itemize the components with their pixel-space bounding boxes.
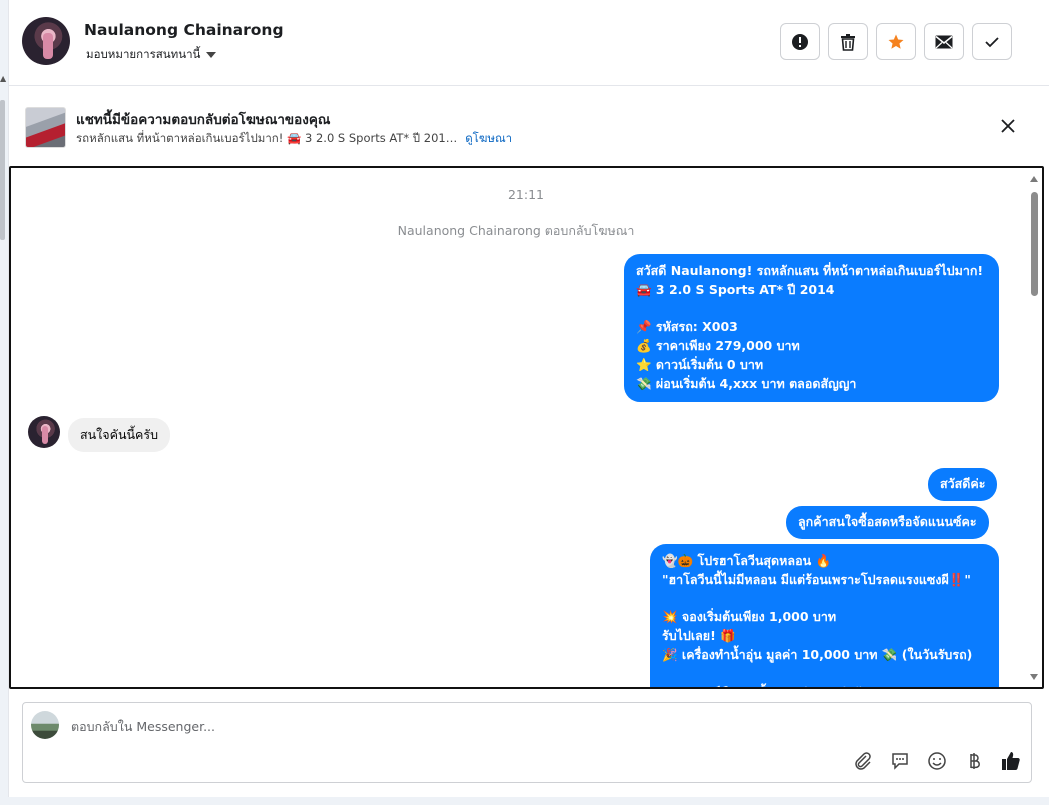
left-edge-strip: ▲: [0, 0, 8, 805]
delete-button[interactable]: [828, 23, 868, 60]
paperclip-icon[interactable]: [851, 749, 875, 773]
header-actions: [780, 23, 1012, 60]
conversation-header: Naulanong Chainarong มอบหมายการสนทนานี้: [9, 0, 1049, 86]
system-message: Naulanong Chainarong ตอบกลับโฆษณา: [397, 223, 635, 238]
emoji-icon[interactable]: [925, 749, 949, 773]
assign-conversation-dropdown[interactable]: มอบหมายการสนทนานี้: [86, 46, 217, 64]
left-scroll-indicator: [0, 100, 5, 240]
contact-avatar[interactable]: [22, 17, 70, 65]
exclamation-circle-icon: [792, 33, 808, 50]
message-composer[interactable]: ตอบกลับใน Messenger...: [22, 702, 1032, 783]
check-icon: [985, 36, 999, 47]
spam-button[interactable]: [780, 23, 820, 60]
assign-label: มอบหมายการสนทนานี้: [86, 47, 201, 61]
inbox-conversation-panel: Naulanong Chainarong มอบหมายการสนทนานี้: [8, 0, 1049, 797]
star-button[interactable]: [876, 23, 916, 60]
trash-icon: [841, 33, 855, 51]
contact-name[interactable]: Naulanong Chainarong: [84, 21, 284, 39]
composer-tools: [851, 749, 1023, 773]
star-icon: [888, 34, 904, 49]
ad-description: รถหลักแสน ที่หน้าตาหล่อเกินเบอร์ไปมาก! 🚘…: [76, 131, 458, 145]
ad-thumbnail[interactable]: [25, 107, 66, 148]
scroll-down-icon[interactable]: [1030, 674, 1038, 680]
outgoing-message[interactable]: ลูกค้าสนใจซื้อสดหรือจัดแนนซ์คะ: [786, 506, 989, 539]
incoming-message[interactable]: สนใจคันนี้ครับ: [68, 418, 171, 452]
ad-banner-subtitle: รถหลักแสน ที่หน้าตาหล่อเกินเบอร์ไปมาก! 🚘…: [76, 130, 512, 148]
outgoing-message[interactable]: สวัสดี Naulanong! รถหลักแสน ที่หน้าตาหล่…: [624, 254, 999, 402]
mark-done-button[interactable]: [972, 23, 1012, 60]
message-timestamp: 21:11: [507, 187, 545, 202]
thumbs-up-icon[interactable]: [999, 749, 1023, 773]
reply-input[interactable]: ตอบกลับใน Messenger...: [71, 717, 215, 737]
close-icon[interactable]: [998, 116, 1018, 136]
customer-avatar[interactable]: [28, 416, 60, 448]
envelope-icon: [935, 35, 953, 48]
baht-icon[interactable]: [962, 749, 986, 773]
collapse-arrow-icon[interactable]: ▲: [0, 74, 6, 83]
mark-unread-button[interactable]: [924, 23, 964, 60]
outgoing-message[interactable]: 👻🎃 โปรฮาโลวีนสุดหลอน 🔥 "ฮาโลวีนนี้ไม่มีห…: [650, 544, 999, 687]
page-avatar: [31, 711, 59, 739]
chat-bubble-icon[interactable]: [888, 749, 912, 773]
outgoing-message[interactable]: สวัสดีค่ะ: [928, 468, 998, 501]
thread-scrollbar[interactable]: [1028, 172, 1040, 684]
message-thread[interactable]: 21:11 Naulanong Chainarong ตอบกลับโฆษณา …: [9, 166, 1044, 689]
ad-banner-title: แชทนี้มีข้อความตอบกลับต่อโฆษณาของคุณ: [76, 112, 331, 128]
view-ad-link[interactable]: ดูโฆษณา: [465, 131, 512, 145]
ad-reply-banner: แชทนี้มีข้อความตอบกลับต่อโฆษณาของคุณ รถห…: [9, 86, 1049, 166]
scroll-thumb[interactable]: [1031, 192, 1038, 296]
caret-down-icon: [206, 52, 217, 58]
scroll-up-icon[interactable]: [1030, 176, 1038, 182]
